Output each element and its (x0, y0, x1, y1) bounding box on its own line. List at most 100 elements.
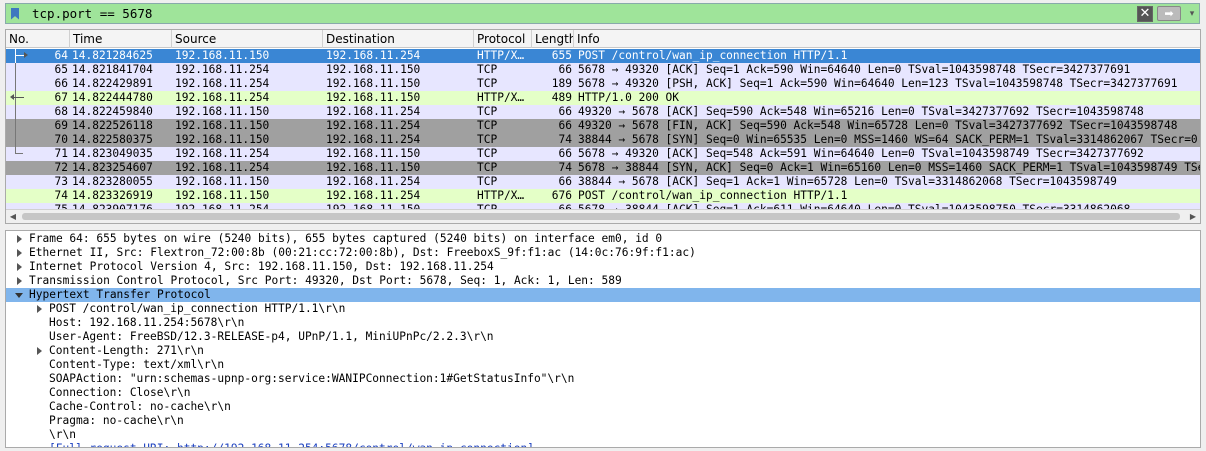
cell-time: 14.821284625 (72, 49, 153, 62)
cell-length: 66 (558, 175, 572, 188)
cell-length: 66 (558, 63, 572, 76)
full-request-uri-link[interactable]: [Full request URI: http://192.168.11.254… (49, 442, 534, 447)
packet-row[interactable]: 64 14.821284625 192.168.11.150 192.168.11.2… (6, 49, 1200, 63)
cell-time: 14.823326919 (72, 189, 153, 202)
packet-row[interactable]: 66 14.822429891 192.168.11.254 192.168.11.1… (6, 77, 1200, 91)
packet-row[interactable]: 65 14.821841704 192.168.11.254 192.168.11.1… (6, 63, 1200, 77)
cell-no: 68 (54, 105, 68, 118)
cell-no: 70 (54, 133, 68, 146)
collapsed-arrow-icon[interactable] (14, 274, 24, 288)
cell-protocol: TCP (477, 77, 498, 90)
cell-source: 192.168.11.150 (175, 189, 270, 202)
cell-source: 192.168.11.150 (175, 49, 270, 62)
protocol-tree-field[interactable]: POST /control/wan_ip_connection HTTP/1.1… (6, 302, 1200, 316)
collapsed-arrow-icon[interactable] (14, 246, 24, 260)
packet-row[interactable]: 67 14.822444780 192.168.11.254 192.168.11.1… (6, 91, 1200, 105)
cell-source: 192.168.11.150 (175, 175, 270, 188)
protocol-tree-field[interactable]: Cache-Control: no-cache\r\n (6, 400, 1200, 414)
column-header-info[interactable]: Info (574, 30, 1200, 48)
protocol-tree-field[interactable]: SOAPAction: "urn:schemas-upnp-org:servic… (6, 372, 1200, 386)
cell-source: 192.168.11.254 (175, 161, 270, 174)
cell-no: 67 (54, 91, 68, 104)
protocol-tree-item[interactable]: Ethernet II, Src: Flextron_72:00:8b (00:… (6, 246, 1200, 260)
apply-filter-icon[interactable]: ➡ (1157, 6, 1181, 21)
packet-row[interactable]: 73 14.823280055 192.168.11.150 192.168.11.2… (6, 175, 1200, 189)
pane-splitter-handle[interactable]: ..... (620, 447, 634, 451)
cell-info: 5678 → 49320 [ACK] Seq=548 Ack=591 Win=6… (578, 147, 1144, 160)
packet-row[interactable]: 72 14.823254607 192.168.11.254 192.168.11.1… (6, 161, 1200, 175)
scroll-left-icon[interactable]: ◀ (6, 210, 20, 223)
cell-source: 192.168.11.254 (175, 77, 270, 90)
cell-source: 192.168.11.150 (175, 105, 270, 118)
cell-protocol: TCP (477, 63, 498, 76)
cell-source: 192.168.11.150 (175, 119, 270, 132)
protocol-tree-item[interactable]: Internet Protocol Version 4, Src: 192.16… (6, 260, 1200, 274)
cell-time: 14.822429891 (72, 77, 153, 90)
cell-time: 14.821841704 (72, 63, 153, 76)
cell-destination: 192.168.11.150 (326, 91, 421, 104)
protocol-tree-field[interactable]: Connection: Close\r\n (6, 386, 1200, 400)
cell-source: 192.168.11.254 (175, 63, 270, 76)
packet-details-pane: Frame 64: 655 bytes on wire (5240 bits),… (5, 230, 1201, 448)
cell-length: 66 (558, 105, 572, 118)
packet-row[interactable]: 69 14.822526118 192.168.11.150 192.168.11.2… (6, 119, 1200, 133)
cell-info: 49320 → 5678 [ACK] Seq=590 Ack=548 Win=6… (578, 105, 1144, 118)
scrollbar-thumb[interactable] (22, 213, 1180, 220)
cell-destination: 192.168.11.254 (326, 105, 421, 118)
packet-row[interactable]: 68 14.822459840 192.168.11.150 192.168.11.2… (6, 105, 1200, 119)
column-header-source[interactable]: Source (172, 30, 323, 48)
cell-info: 5678 → 38844 [SYN, ACK] Seq=0 Ack=1 Win=… (578, 161, 1200, 174)
protocol-tree-item[interactable]: Frame 64: 655 bytes on wire (5240 bits),… (6, 232, 1200, 246)
cell-time: 14.823254607 (72, 161, 153, 174)
cell-no: 73 (54, 175, 68, 188)
protocol-tree-field[interactable]: Pragma: no-cache\r\n (6, 414, 1200, 428)
cell-no: 66 (54, 77, 68, 90)
protocol-tree-item[interactable]: Transmission Control Protocol, Src Port:… (6, 274, 1200, 288)
collapsed-arrow-icon[interactable] (14, 260, 24, 274)
display-filter-bar: tcp.port == 5678 ✕ ➡ ▾ (5, 3, 1200, 24)
packet-row[interactable]: 70 14.822580375 192.168.11.150 192.168.11.2… (6, 133, 1200, 147)
filter-bookmark-button[interactable] (6, 4, 24, 23)
cell-info: 38844 → 5678 [SYN] Seq=0 Win=65535 Len=0… (578, 133, 1198, 146)
column-header-protocol[interactable]: Protocol (474, 30, 532, 48)
cell-time: 14.823049035 (72, 147, 153, 160)
filter-history-dropdown-icon[interactable]: ▾ (1185, 4, 1199, 23)
packet-list-horizontal-scrollbar[interactable]: ◀ ▶ (6, 209, 1200, 223)
cell-destination: 192.168.11.254 (326, 189, 421, 202)
cell-time: 14.822580375 (72, 133, 153, 146)
packet-row[interactable]: 71 14.823049035 192.168.11.254 192.168.11.1… (6, 147, 1200, 161)
column-header-no[interactable]: No. (6, 30, 70, 48)
column-header-destination[interactable]: Destination (323, 30, 474, 48)
cell-length: 74 (558, 161, 572, 174)
protocol-tree-item[interactable]: Hypertext Transfer Protocol (6, 288, 1200, 302)
protocol-tree-field[interactable]: [Full request URI: http://192.168.11.254… (6, 442, 1200, 447)
tree-item-text: Host: 192.168.11.254:5678\r\n (49, 316, 245, 329)
cell-length: 676 (551, 189, 572, 202)
protocol-tree-field[interactable]: Content-Type: text/xml\r\n (6, 358, 1200, 372)
cell-length: 66 (558, 147, 572, 160)
collapsed-arrow-icon[interactable] (34, 344, 44, 358)
protocol-tree-field[interactable]: Host: 192.168.11.254:5678\r\n (6, 316, 1200, 330)
protocol-tree-field[interactable]: Content-Length: 271\r\n (6, 344, 1200, 358)
cell-protocol: TCP (477, 175, 498, 188)
column-header-time[interactable]: Time (70, 30, 172, 48)
protocol-tree-field[interactable]: \r\n (6, 428, 1200, 442)
scroll-right-icon[interactable]: ▶ (1186, 210, 1200, 223)
expanded-arrow-icon[interactable] (14, 288, 24, 302)
collapsed-arrow-icon[interactable] (14, 232, 24, 246)
collapsed-arrow-icon[interactable] (34, 302, 44, 316)
column-header-length[interactable]: Length (532, 30, 574, 48)
packet-row[interactable]: 74 14.823326919 192.168.11.150 192.168.11.2… (6, 189, 1200, 203)
protocol-tree-field[interactable]: User-Agent: FreeBSD/12.3-RELEASE-p4, UPn… (6, 330, 1200, 344)
cell-info: 38844 → 5678 [ACK] Seq=1 Ack=1 Win=65728… (578, 175, 1117, 188)
cell-time: 14.823280055 (72, 175, 153, 188)
clear-filter-icon[interactable]: ✕ (1137, 5, 1153, 22)
cell-info: 49320 → 5678 [FIN, ACK] Seq=590 Ack=548 … (578, 119, 1178, 132)
tree-item-text: Frame 64: 655 bytes on wire (5240 bits),… (29, 232, 663, 245)
cell-no: 65 (54, 63, 68, 76)
tree-item-text: SOAPAction: "urn:schemas-upnp-org:servic… (49, 372, 575, 385)
display-filter-input[interactable]: tcp.port == 5678 (24, 4, 1137, 23)
cell-length: 489 (551, 91, 572, 104)
tree-item-text: User-Agent: FreeBSD/12.3-RELEASE-p4, UPn… (49, 330, 494, 343)
cell-length: 74 (558, 133, 572, 146)
